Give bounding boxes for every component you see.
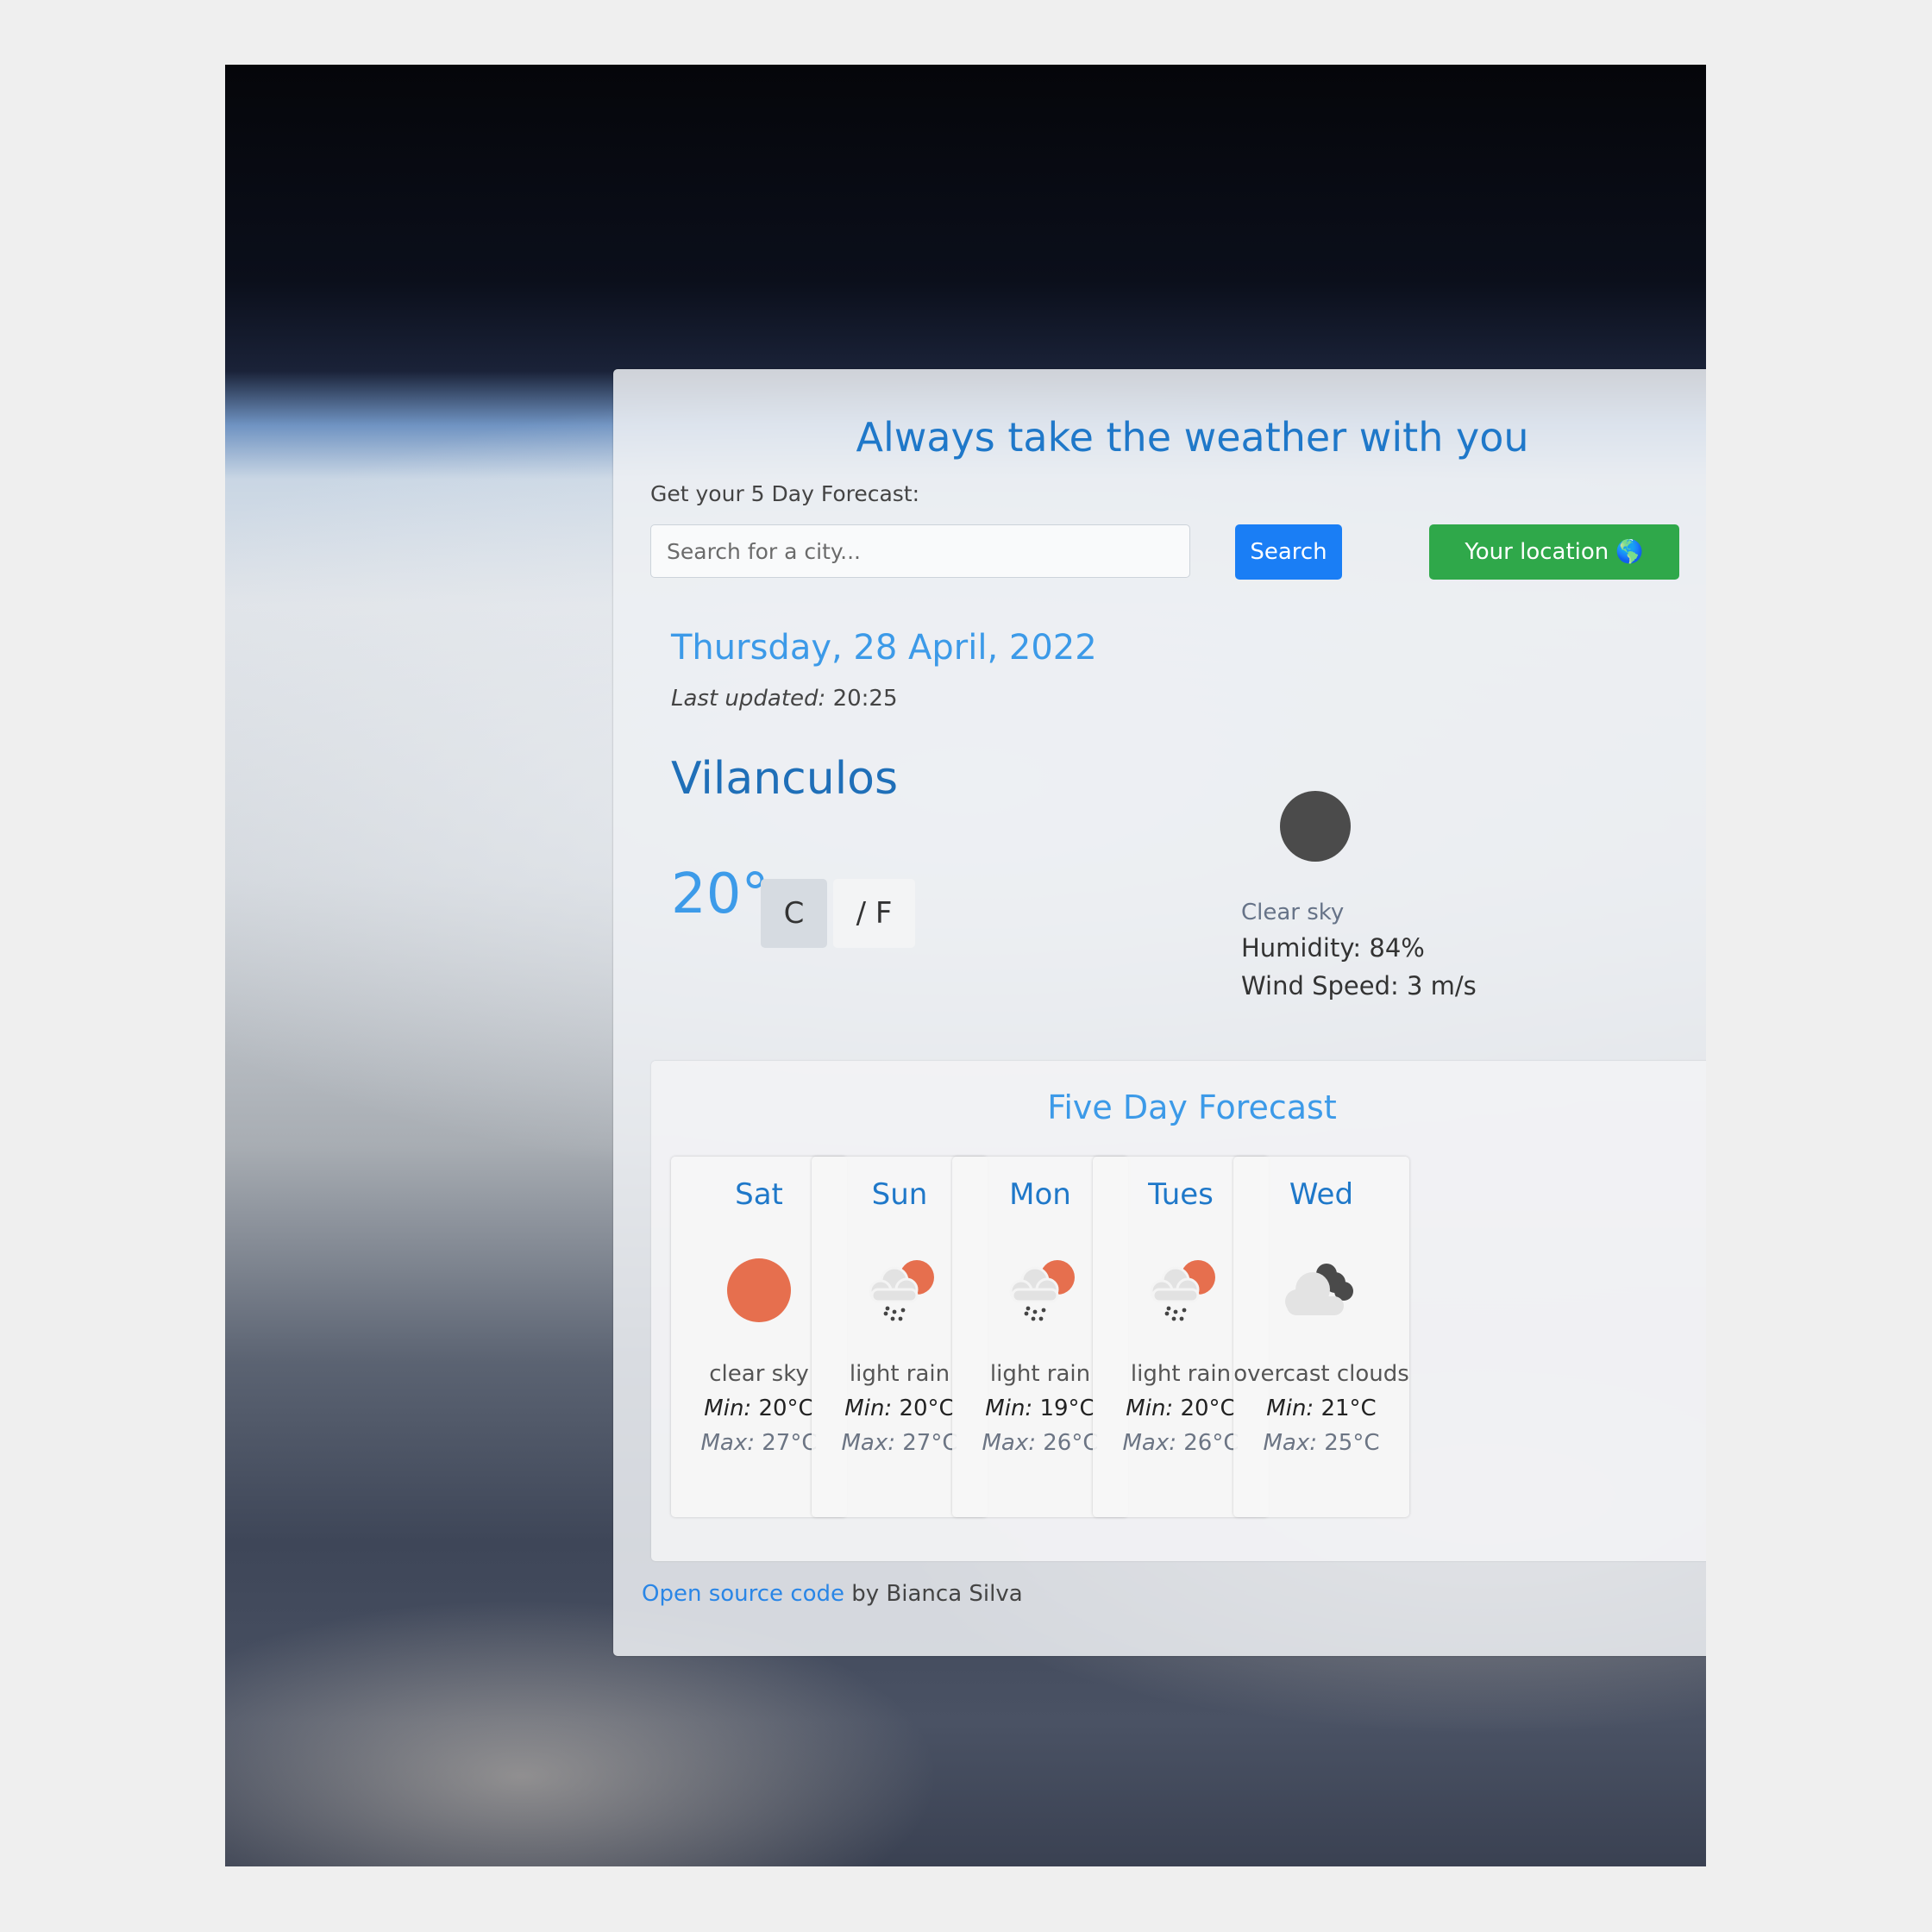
min-label: Min: [985, 1396, 1033, 1421]
max-value: 26°C [1043, 1430, 1099, 1456]
forecast-min: Min: 21°C [1233, 1391, 1409, 1426]
max-value: 27°C [762, 1430, 818, 1456]
min-value: 20°C [899, 1396, 955, 1421]
footer-author: by Bianca Silva [844, 1581, 1023, 1607]
rain-sun-icon [997, 1251, 1083, 1329]
last-updated-time: 20:25 [832, 686, 898, 712]
max-value: 27°C [902, 1430, 958, 1456]
weather-card: Always take the weather with you Get you… [613, 369, 1706, 1656]
max-value: 25°C [1324, 1430, 1380, 1456]
globe-icon: 🌎 [1615, 539, 1644, 565]
weather-description: Clear sky [1241, 900, 1345, 925]
footer: Open source code by Bianca Silva [642, 1581, 1023, 1607]
forecast-day-details: overcast clouds Min: 21°C Max: 25°C [1233, 1357, 1409, 1460]
wind-speed: Wind Speed: 3 m/s [1241, 971, 1477, 1000]
open-source-link[interactable]: Open source code [642, 1581, 844, 1607]
min-label: Min: [844, 1396, 893, 1421]
celsius-toggle[interactable]: C [761, 879, 827, 948]
moon-clear-night-icon [1280, 791, 1351, 862]
overcast-icon [1278, 1251, 1364, 1329]
forecast-max: Max: 25°C [1233, 1426, 1409, 1460]
min-label: Min: [1126, 1396, 1174, 1421]
city-name: Vilanculos [671, 753, 899, 805]
city-search-input[interactable] [650, 524, 1190, 578]
last-updated: Last updated: 20:25 [671, 686, 898, 712]
your-location-button[interactable]: Your location 🌎 [1429, 524, 1679, 580]
background-earth-image: Always take the weather with you Get you… [225, 65, 1706, 1866]
humidity: Humidity: 84% [1241, 933, 1425, 963]
sun-icon [716, 1251, 802, 1329]
max-label: Max: [841, 1430, 895, 1456]
search-label: Get your 5 Day Forecast: [650, 481, 920, 506]
location-button-label: Your location [1465, 539, 1609, 565]
search-button[interactable]: Search [1235, 524, 1342, 580]
forecast-day-card: Wed overcast clouds Min: 21°C Max: 25°C [1233, 1157, 1409, 1517]
min-value: 21°C [1320, 1396, 1377, 1421]
rain-sun-icon [1138, 1251, 1224, 1329]
max-label: Max: [700, 1430, 755, 1456]
min-value: 20°C [1180, 1396, 1236, 1421]
fahrenheit-toggle[interactable]: / F [833, 879, 915, 948]
search-button-label: Search [1250, 539, 1327, 565]
page-title: Always take the weather with you [856, 414, 1529, 461]
last-updated-label: Last updated: [671, 686, 826, 712]
min-label: Min: [704, 1396, 752, 1421]
max-value: 26°C [1183, 1430, 1239, 1456]
min-label: Min: [1266, 1396, 1314, 1421]
max-label: Max: [1122, 1430, 1176, 1456]
forecast-day-name: Wed [1289, 1177, 1354, 1212]
forecast-description: overcast clouds [1233, 1361, 1409, 1387]
current-date: Thursday, 28 April, 2022 [671, 628, 1097, 668]
max-label: Max: [1263, 1430, 1317, 1456]
max-label: Max: [982, 1430, 1036, 1456]
current-temperature: 20° [671, 862, 769, 926]
forecast-title: Five Day Forecast [1047, 1088, 1337, 1126]
min-value: 20°C [758, 1396, 814, 1421]
rain-sun-icon [856, 1251, 943, 1329]
five-day-forecast-panel: Five Day Forecast Sat clear sky Min: 20°C M… [651, 1061, 1706, 1561]
min-value: 19°C [1039, 1396, 1095, 1421]
